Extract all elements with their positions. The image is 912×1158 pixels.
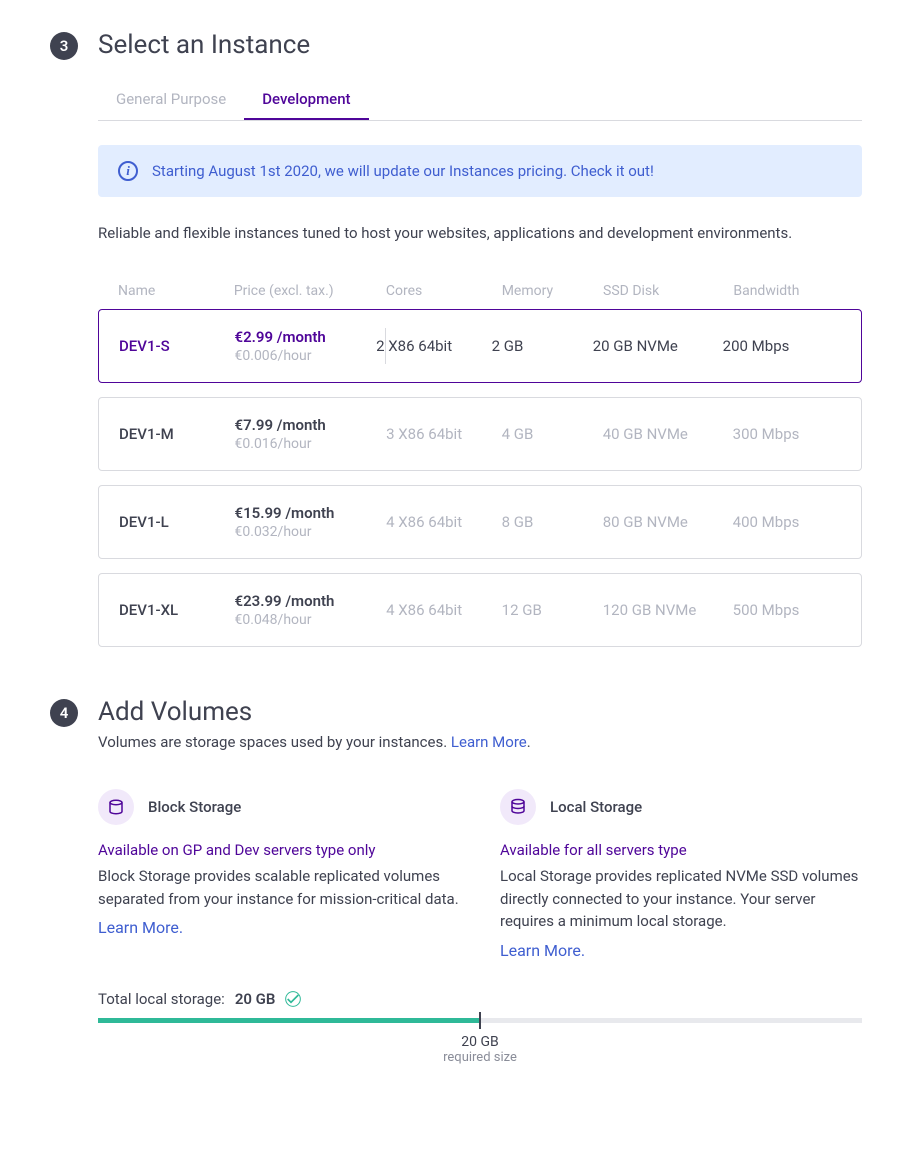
local-storage-icon bbox=[500, 789, 536, 825]
tab-development[interactable]: Development bbox=[244, 80, 368, 120]
instance-row-dev1-xl[interactable]: DEV1-XL €23.99 /month €0.048/hour 4 X86 … bbox=[98, 573, 862, 647]
local-storage-note: Available for all servers type bbox=[500, 841, 862, 859]
block-storage-card: Block Storage Available on GP and Dev se… bbox=[98, 789, 460, 960]
instance-cores: 4 X86 64bit bbox=[386, 513, 502, 531]
slider-fill bbox=[98, 1018, 480, 1023]
price-hour: €0.048/hour bbox=[235, 612, 387, 628]
local-storage-desc: Local Storage provides replicated NVMe S… bbox=[500, 865, 862, 933]
block-storage-icon bbox=[98, 789, 134, 825]
instance-cores: 2 X86 64bit bbox=[376, 337, 492, 355]
instance-price: €7.99 /month €0.016/hour bbox=[235, 416, 387, 452]
storage-label: Total local storage: bbox=[98, 990, 225, 1008]
instance-table-header: Name Price (excl. tax.) Cores Memory SSD… bbox=[98, 273, 862, 309]
instance-disk: 40 GB NVMe bbox=[603, 425, 733, 443]
instance-tabs: General Purpose Development bbox=[98, 80, 862, 121]
tab-general-purpose[interactable]: General Purpose bbox=[98, 80, 244, 120]
instance-name: DEV1-XL bbox=[119, 601, 235, 619]
col-name: Name bbox=[118, 283, 234, 299]
section-title: Add Volumes bbox=[98, 697, 531, 727]
storage-summary: Total local storage: 20 GB bbox=[98, 990, 862, 1008]
instance-row-dev1-s[interactable]: DEV1-S €2.99 /month €0.006/hour 2 X86 64… bbox=[98, 309, 862, 383]
block-storage-note: Available on GP and Dev servers type onl… bbox=[98, 841, 460, 859]
block-storage-learn-more-link[interactable]: Learn More. bbox=[98, 918, 183, 937]
instance-row-dev1-m[interactable]: DEV1-M €7.99 /month €0.016/hour 3 X86 64… bbox=[98, 397, 862, 471]
instance-price: €15.99 /month €0.032/hour bbox=[235, 504, 387, 540]
local-storage-learn-more-link[interactable]: Learn More. bbox=[500, 941, 585, 960]
instance-name: DEV1-S bbox=[119, 337, 235, 355]
instance-disk: 120 GB NVMe bbox=[603, 601, 733, 619]
volumes-learn-more-link[interactable]: Learn More bbox=[451, 733, 527, 751]
price-month: €7.99 /month bbox=[235, 416, 387, 434]
instance-price: €23.99 /month €0.048/hour bbox=[235, 592, 387, 628]
col-bandwidth: Bandwidth bbox=[733, 283, 842, 299]
pricing-info-banner: i Starting August 1st 2020, we will upda… bbox=[98, 145, 862, 197]
select-instance-section: 3 Select an Instance General Purpose Dev… bbox=[50, 30, 862, 647]
local-storage-card: Local Storage Available for all servers … bbox=[500, 789, 862, 960]
slider-marker bbox=[479, 1012, 481, 1029]
price-hour: €0.006/hour bbox=[235, 348, 376, 364]
slider-required-value: 20 GB bbox=[443, 1034, 517, 1050]
col-memory: Memory bbox=[502, 283, 603, 299]
block-storage-desc: Block Storage provides scalable replicat… bbox=[98, 865, 460, 910]
storage-slider[interactable]: 20 GB required size bbox=[98, 1018, 862, 1078]
info-icon: i bbox=[118, 161, 138, 181]
price-hour: €0.032/hour bbox=[235, 524, 387, 540]
instance-price: €2.99 /month €0.006/hour bbox=[235, 328, 387, 364]
local-storage-title: Local Storage bbox=[550, 798, 642, 816]
col-disk: SSD Disk bbox=[603, 283, 733, 299]
step-number-4: 4 bbox=[50, 699, 78, 727]
instance-disk: 80 GB NVMe bbox=[603, 513, 733, 531]
instance-cores: 3 X86 64bit bbox=[386, 425, 502, 443]
instance-memory: 4 GB bbox=[502, 425, 603, 443]
instance-memory: 2 GB bbox=[492, 337, 593, 355]
price-month: €23.99 /month bbox=[235, 592, 387, 610]
volumes-subtitle: Volumes are storage spaces used by your … bbox=[98, 733, 531, 751]
instance-memory: 12 GB bbox=[502, 601, 603, 619]
add-volumes-section: 4 Add Volumes Volumes are storage spaces… bbox=[50, 697, 862, 1078]
instance-memory: 8 GB bbox=[502, 513, 603, 531]
instance-bandwidth: 300 Mbps bbox=[733, 425, 841, 443]
price-month: €15.99 /month bbox=[235, 504, 387, 522]
instance-name: DEV1-L bbox=[119, 513, 235, 531]
instance-description: Reliable and flexible instances tuned to… bbox=[98, 221, 862, 245]
step-number-3: 3 bbox=[50, 32, 78, 60]
col-cores: Cores bbox=[386, 283, 502, 299]
instance-disk: 20 GB NVMe bbox=[593, 337, 723, 355]
instance-name: DEV1-M bbox=[119, 425, 235, 443]
section-title: Select an Instance bbox=[98, 30, 310, 60]
instance-bandwidth: 200 Mbps bbox=[723, 337, 831, 355]
instance-bandwidth: 500 Mbps bbox=[733, 601, 841, 619]
slider-required-label: required size bbox=[443, 1050, 517, 1065]
slider-label: 20 GB required size bbox=[443, 1034, 517, 1065]
check-icon bbox=[285, 991, 301, 1007]
section-header: 3 Select an Instance bbox=[50, 30, 862, 60]
price-hour: €0.016/hour bbox=[235, 436, 387, 452]
instance-cores: 4 X86 64bit bbox=[386, 601, 502, 619]
price-month: €2.99 /month bbox=[235, 328, 376, 346]
instance-row-dev1-l[interactable]: DEV1-L €15.99 /month €0.032/hour 4 X86 6… bbox=[98, 485, 862, 559]
volumes-grid: Block Storage Available on GP and Dev se… bbox=[98, 789, 862, 960]
section-header: 4 Add Volumes Volumes are storage spaces… bbox=[50, 697, 862, 769]
block-storage-title: Block Storage bbox=[148, 798, 241, 816]
info-text: Starting August 1st 2020, we will update… bbox=[152, 162, 654, 180]
pricing-check-link[interactable]: Check it out! bbox=[571, 162, 654, 180]
instance-bandwidth: 400 Mbps bbox=[733, 513, 841, 531]
storage-value: 20 GB bbox=[235, 990, 276, 1008]
col-price: Price (excl. tax.) bbox=[234, 283, 386, 299]
